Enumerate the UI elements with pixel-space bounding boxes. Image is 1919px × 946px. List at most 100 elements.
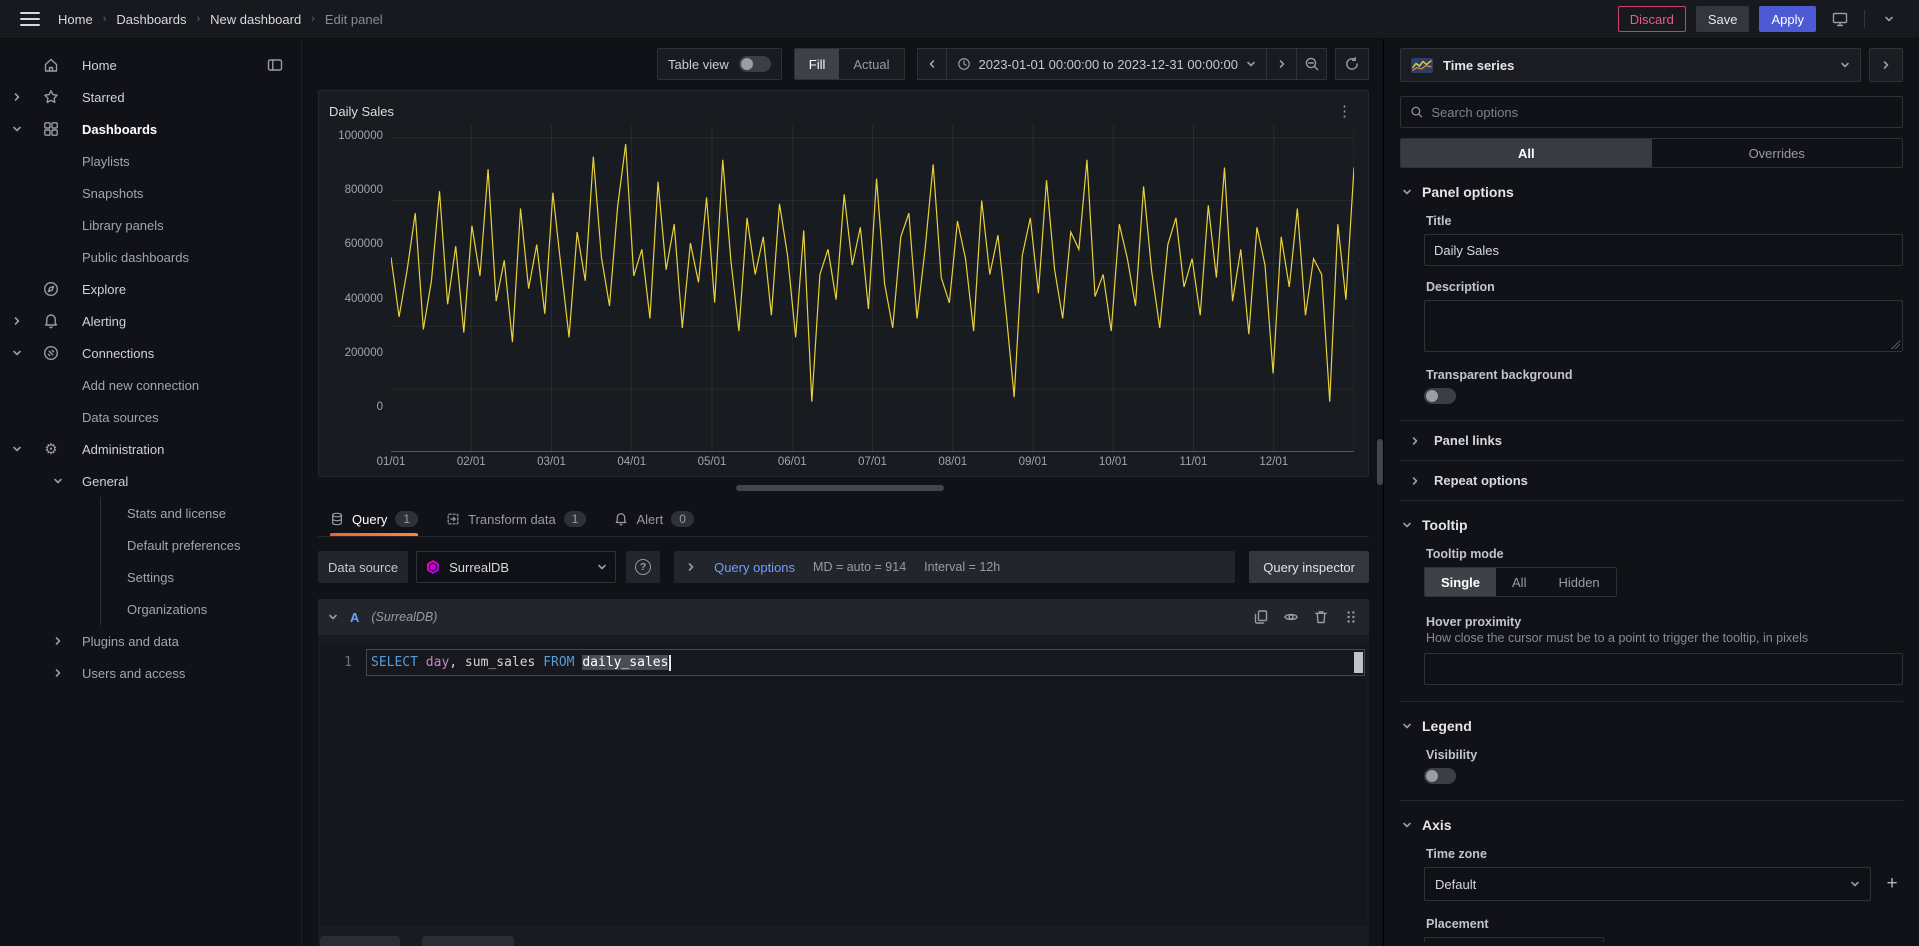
chevron-down-icon	[1850, 879, 1860, 889]
text-cursor	[669, 655, 671, 671]
sidebar-item-organizations[interactable]: Organizations	[101, 593, 301, 625]
time-range-text: 2023-01-01 00:00:00 to 2023-12-31 00:00:…	[979, 57, 1239, 72]
database-icon	[330, 512, 344, 526]
sql-token: , sum_sales	[449, 655, 543, 670]
sidebar-item-explore[interactable]: Explore	[0, 273, 301, 305]
chevron-down-icon	[1840, 60, 1850, 70]
transparent-background-toggle[interactable]	[1424, 388, 1456, 404]
hide-response-icon[interactable]	[1283, 609, 1299, 625]
drag-handle-icon[interactable]	[1343, 609, 1359, 625]
tooltip-mode-single[interactable]: Single	[1425, 568, 1496, 596]
time-shift-forward-button[interactable]	[1267, 48, 1297, 80]
sidebar-item-label: Playlists	[82, 154, 130, 169]
chevron-down-icon[interactable]	[1875, 6, 1903, 32]
tooltip-mode-all[interactable]: All	[1496, 568, 1542, 596]
table-view-toggle[interactable]	[739, 56, 771, 72]
duplicate-query-icon[interactable]	[1253, 609, 1269, 625]
visualization-picker[interactable]: Time series	[1400, 48, 1861, 82]
sidebar-item-stats-and-license[interactable]: Stats and license	[101, 497, 301, 529]
add-query-button[interactable]	[320, 936, 400, 946]
section-panel-options[interactable]: Panel options	[1400, 168, 1903, 200]
breadcrumb-dashboards[interactable]: Dashboards	[116, 12, 186, 27]
question-icon: ?	[635, 559, 651, 575]
sidebar-item-snapshots[interactable]: Snapshots	[0, 177, 301, 209]
legend-visibility-toggle[interactable]	[1424, 768, 1456, 784]
query-options-collapse[interactable]: Query options MD = auto = 914 Interval =…	[674, 551, 1235, 583]
sidebar-item-settings[interactable]: Settings	[101, 561, 301, 593]
datasource-select[interactable]: SurrealDB	[416, 551, 616, 583]
breadcrumb: Home › Dashboards › New dashboard › Edit…	[58, 12, 383, 27]
options-search-input[interactable]	[1431, 105, 1893, 120]
apply-button[interactable]: Apply	[1759, 6, 1816, 32]
query-editor-header[interactable]: A (SurrealDB)	[318, 599, 1369, 635]
discard-button[interactable]: Discard	[1618, 6, 1686, 32]
section-tooltip[interactable]: Tooltip	[1400, 501, 1903, 533]
legend-visibility-label: Visibility	[1426, 748, 1903, 762]
collapse-options-pane-button[interactable]	[1869, 48, 1903, 82]
menu-icon[interactable]	[20, 12, 40, 26]
search-icon	[1410, 105, 1423, 119]
monitor-icon[interactable]	[1826, 6, 1854, 32]
sidebar-item-data-sources[interactable]: Data sources	[0, 401, 301, 433]
time-range-button[interactable]: 2023-01-01 00:00:00 to 2023-12-31 00:00:…	[947, 48, 1268, 80]
tab-transform-data[interactable]: Transform data 1	[446, 511, 586, 536]
timezone-select[interactable]: Default	[1424, 867, 1871, 901]
query-section-tabs: Query 1 Transform data 1 Alert 0	[318, 497, 1369, 537]
sql-query-line[interactable]: SELECT day, sum_sales FROM daily_sales	[366, 649, 1365, 676]
tab-overrides[interactable]: Overrides	[1652, 139, 1903, 167]
sidebar-item-users-and-access[interactable]: Users and access	[0, 657, 301, 689]
sidebar-item-dashboards[interactable]: Dashboards	[0, 113, 301, 145]
hover-proximity-input[interactable]	[1424, 653, 1903, 685]
add-timezone-button[interactable]: +	[1881, 873, 1903, 895]
vertical-scrollbar[interactable]	[1377, 439, 1383, 485]
sidebar-item-administration[interactable]: ⚙ Administration	[0, 433, 301, 465]
sidebar-item-home[interactable]: Home	[0, 49, 301, 81]
query-ref-id: A	[350, 610, 359, 625]
fill-option[interactable]: Fill	[795, 49, 840, 79]
panel-links-collapse[interactable]: Panel links	[1400, 421, 1903, 460]
tab-query[interactable]: Query 1	[330, 511, 418, 536]
sidebar-item-plugins-and-data[interactable]: Plugins and data	[0, 625, 301, 657]
horizontal-scrollbar[interactable]	[736, 485, 944, 491]
zoom-out-button[interactable]	[1297, 48, 1327, 80]
sidebar-item-alerting[interactable]: Alerting	[0, 305, 301, 337]
query-inspector-button[interactable]: Query inspector	[1249, 551, 1369, 583]
tab-all-options[interactable]: All	[1401, 139, 1652, 167]
save-button[interactable]: Save	[1696, 6, 1750, 32]
panel-title[interactable]: Daily Sales	[329, 104, 394, 119]
sidebar-item-connections[interactable]: Connections	[0, 337, 301, 369]
tooltip-mode-hidden[interactable]: Hidden	[1542, 568, 1615, 596]
sidebar-item-starred[interactable]: Starred	[0, 81, 301, 113]
placement-control-cutoff[interactable]	[1424, 937, 1604, 942]
remove-query-icon[interactable]	[1313, 609, 1329, 625]
tab-label: Alert	[636, 512, 663, 527]
resize-grip-icon[interactable]	[1891, 340, 1900, 349]
add-expression-button[interactable]	[422, 936, 514, 946]
sidebar-item-public-dashboards[interactable]: Public dashboards	[0, 241, 301, 273]
sql-code-editor[interactable]: 1 SELECT day, sum_sales FROM daily_sales	[320, 643, 1367, 926]
breadcrumb-home[interactable]: Home	[58, 12, 93, 27]
sql-token: day	[426, 655, 449, 670]
options-search[interactable]	[1400, 96, 1903, 128]
section-axis[interactable]: Axis	[1400, 801, 1903, 833]
top-nav: Home › Dashboards › New dashboard › Edit…	[0, 0, 1919, 39]
actual-option[interactable]: Actual	[839, 49, 903, 79]
dock-sidebar-icon[interactable]	[267, 57, 283, 76]
time-series-chart[interactable]: 01/0102/0103/0104/0105/0106/0107/0108/01…	[391, 125, 1354, 452]
refresh-button[interactable]	[1335, 48, 1369, 80]
section-legend[interactable]: Legend	[1400, 702, 1903, 734]
datasource-help-button[interactable]: ?	[626, 551, 660, 583]
time-shift-back-button[interactable]	[917, 48, 947, 80]
panel-description-textarea[interactable]	[1424, 300, 1903, 352]
repeat-options-collapse[interactable]: Repeat options	[1400, 461, 1903, 500]
sidebar-item-general[interactable]: General	[0, 465, 301, 497]
tab-alert[interactable]: Alert 0	[614, 511, 693, 536]
sidebar-item-library-panels[interactable]: Library panels	[0, 209, 301, 241]
panel-title-input[interactable]	[1424, 234, 1903, 266]
sidebar-item-add-new-connection[interactable]: Add new connection	[0, 369, 301, 401]
sidebar-item-playlists[interactable]: Playlists	[0, 145, 301, 177]
breadcrumb-new-dashboard[interactable]: New dashboard	[210, 12, 301, 27]
sidebar-item-default-preferences[interactable]: Default preferences	[101, 529, 301, 561]
panel-menu-icon[interactable]: ⋮	[1335, 102, 1354, 120]
interval-stat: Interval = 12h	[924, 560, 1000, 574]
